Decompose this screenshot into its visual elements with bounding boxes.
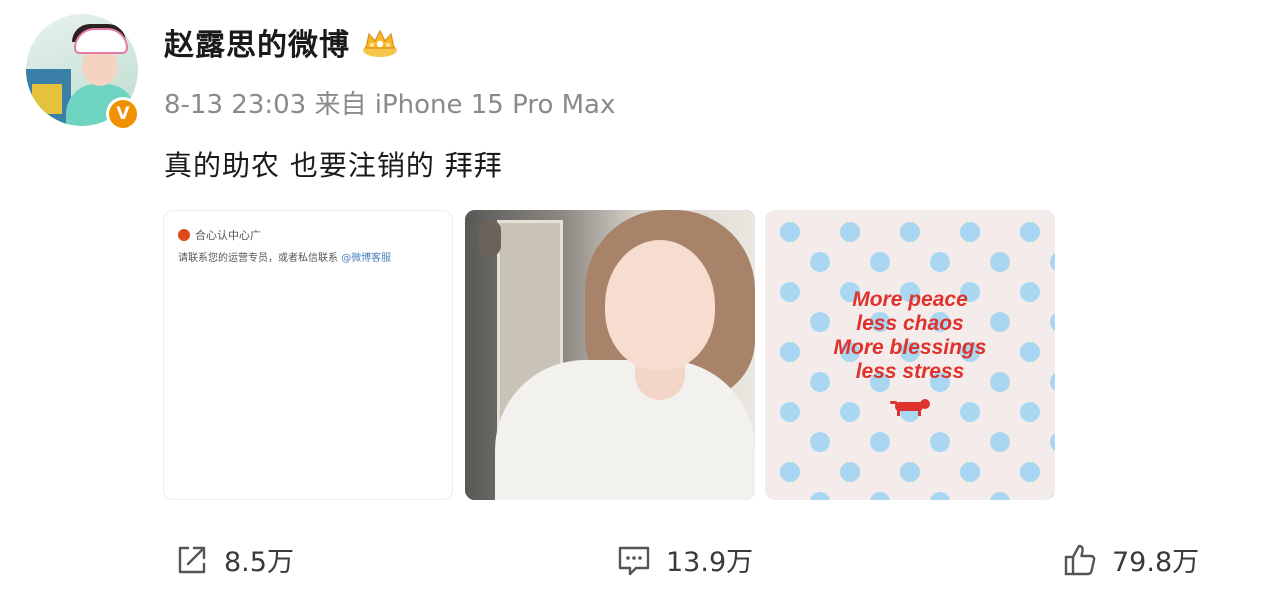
polka-dot — [810, 252, 830, 272]
polka-dot — [870, 492, 890, 500]
quote-line: More peace — [852, 288, 968, 311]
post-image-screenshot[interactable]: 合心认中心广 请联系您的运营专员，或者私信联系 @微博客服 — [163, 210, 453, 500]
polka-dot — [1050, 493, 1055, 500]
quote-line: less chaos — [856, 312, 964, 335]
selfie-lamp — [479, 220, 501, 256]
avatar-bg-detail — [32, 84, 62, 114]
polka-dot — [810, 492, 830, 500]
verified-v-icon: V — [109, 100, 137, 128]
polka-dot — [780, 222, 800, 242]
polka-dot — [930, 252, 950, 272]
post-text: 真的助农 也要注销的 拜拜 — [164, 149, 503, 182]
polka-dot — [960, 222, 980, 242]
comment-button[interactable]: 13.9万 — [616, 540, 753, 579]
thumbs-up-icon — [1064, 544, 1096, 575]
share-button[interactable]: 8.5万 — [174, 540, 294, 579]
polka-dot — [780, 402, 800, 422]
polka-dot — [1050, 433, 1055, 451]
polka-dot — [870, 432, 890, 452]
polka-dot — [840, 402, 860, 422]
polka-dot — [900, 222, 920, 242]
share-icon — [178, 546, 206, 573]
weibo-logo-icon — [178, 229, 190, 241]
polka-dot — [960, 402, 980, 422]
verified-badge: V — [106, 97, 140, 131]
quote-line: More blessings — [833, 336, 987, 359]
quote-text: More peace less chaos More blessings les… — [765, 288, 1055, 384]
screenshot-header-text: 合心认中心广 — [195, 229, 261, 242]
polka-dot — [930, 432, 950, 452]
action-bar: 8.5万 13.9万 79.8万 — [0, 540, 1278, 588]
post-image-selfie[interactable] — [465, 210, 755, 500]
polka-dot — [810, 432, 830, 452]
polka-dot — [1020, 402, 1040, 422]
polka-dot — [900, 462, 920, 482]
comment-icon — [618, 546, 650, 575]
polka-dot — [990, 252, 1010, 272]
like-button[interactable]: 79.8万 — [1062, 540, 1199, 579]
polka-dot — [780, 462, 800, 482]
avatar-visor — [74, 28, 128, 54]
post-meta: 8-13 23:03 来自 iPhone 15 Pro Max — [164, 90, 616, 120]
polka-dot — [990, 432, 1010, 452]
share-count: 8.5万 — [224, 547, 294, 578]
polka-dot — [990, 492, 1010, 500]
post-image-quote[interactable]: More peace less chaos More blessings les… — [765, 210, 1055, 500]
comment-count: 13.9万 — [666, 547, 754, 578]
selfie-shirt — [495, 360, 755, 500]
polka-dot — [840, 462, 860, 482]
screenshot-line-text: 请联系您的运营专员，或者私信联系 — [178, 253, 342, 264]
screenshot-line: 请联系您的运营专员，或者私信联系 @微博客服 — [178, 249, 391, 264]
polka-dot — [1020, 222, 1040, 242]
polka-dot — [960, 462, 980, 482]
polka-dot — [1050, 253, 1055, 271]
screenshot-link: @微博客服 — [341, 253, 392, 264]
selfie-face — [605, 240, 715, 370]
quote-line: less stress — [855, 360, 965, 383]
screenshot-header: 合心认中心广 — [178, 227, 261, 243]
polka-dot — [870, 252, 890, 272]
like-count: 79.8万 — [1112, 547, 1200, 578]
dachshund-icon — [890, 399, 930, 416]
polka-dot — [1020, 462, 1040, 482]
username-row: 赵露思的微博 — [164, 20, 400, 64]
polka-dot — [930, 492, 950, 500]
polka-dot — [840, 222, 860, 242]
username[interactable]: 赵露思的微博 — [164, 20, 350, 64]
crown-badge-icon[interactable] — [360, 26, 400, 58]
